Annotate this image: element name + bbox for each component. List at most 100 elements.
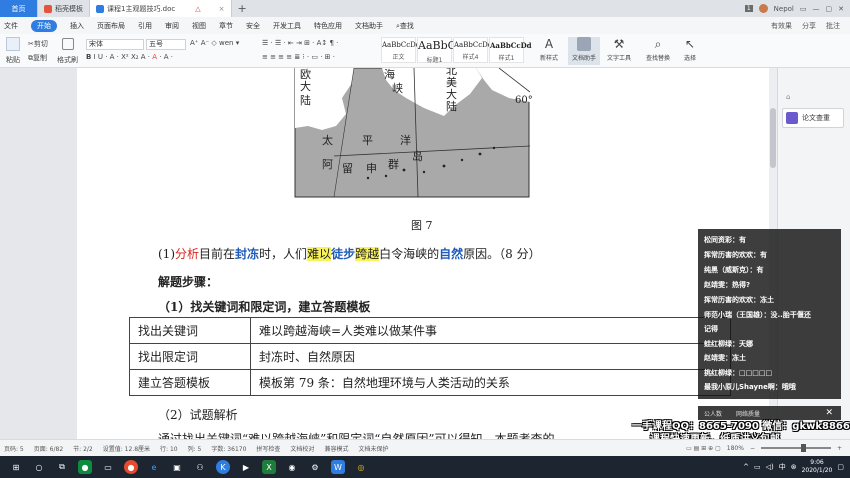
style-4[interactable]: AaBbCcDd 样式4 — [453, 37, 492, 63]
compat-mode: 兼容模式 — [324, 445, 349, 453]
menu-insert[interactable]: 插入 — [70, 21, 84, 31]
ime-icon[interactable]: 中 — [779, 462, 786, 472]
cortana-icon[interactable]: ○ — [32, 460, 46, 474]
antivirus-icon[interactable]: ⊛ — [791, 463, 797, 471]
new-style-button[interactable]: A 新样式 — [535, 37, 563, 62]
comment-button[interactable]: 批注 — [826, 21, 840, 31]
document-page[interactable]: 欧 大 陆 海 峡 北 美 大 陆 太 平 洋 阿 留 申 群 岛 60° 图 … — [77, 68, 771, 439]
explorer-icon[interactable]: ▣ — [170, 460, 184, 474]
close-icon[interactable]: × — [219, 5, 225, 13]
menu-features[interactable]: 特色应用 — [314, 21, 342, 31]
wps-writer-icon[interactable]: W — [331, 460, 345, 474]
doc-proofread-button[interactable]: 文档校对 — [290, 444, 314, 453]
zoom-slider[interactable] — [760, 444, 831, 452]
menu-security[interactable]: 安全 — [246, 21, 260, 31]
volume-icon[interactable]: ◁) — [766, 463, 774, 471]
format-painter-button[interactable]: 格式刷 — [57, 55, 78, 65]
list-icons[interactable]: ☰ · ☰ · ⇤ ⇥ ⊞ · A↕ ¶ · — [262, 39, 338, 47]
clock[interactable]: 9:06 2020/1/20 — [802, 459, 833, 475]
k-app-icon[interactable]: K — [216, 460, 230, 474]
menu-file[interactable]: 文件 — [4, 21, 18, 31]
map-label: 海 — [384, 68, 395, 81]
copy-button[interactable]: ⧉复制 — [28, 53, 47, 63]
select-button[interactable]: ↖ 选择 — [678, 37, 702, 62]
excel-icon[interactable]: X — [262, 460, 276, 474]
menu-right: 有效果 分享 批注 — [771, 21, 850, 31]
maximize-icon[interactable]: ▢ — [826, 5, 833, 13]
menu-view[interactable]: 视图 — [192, 21, 206, 31]
windows-start-icon[interactable]: ⊞ — [9, 460, 23, 474]
doc-assistant-button[interactable]: 文档助手 — [568, 37, 600, 65]
network-app-icon[interactable]: ⚇ — [193, 460, 207, 474]
folder-icon[interactable]: ▭ — [101, 460, 115, 474]
tray-arrow-icon[interactable]: ^ — [743, 463, 749, 471]
wechat-icon[interactable]: ● — [78, 460, 92, 474]
menu-chapter[interactable]: 章节 — [219, 21, 233, 31]
plagiarism-check-button[interactable]: 论文查重 — [782, 108, 844, 128]
avatar[interactable] — [758, 4, 768, 13]
status-word-count[interactable]: 字数: 36170 — [211, 444, 246, 453]
wps-window: 首页 稻壳模板 课程1主观题技巧.doc △ × + 1 Nepol ▭ — ▢… — [0, 0, 850, 478]
view-mode-icons[interactable]: ▭ ▤ ⊞ ⊕ ▢ — [686, 445, 721, 452]
paste-button[interactable]: 粘贴 — [6, 55, 20, 65]
menu-dev-tools[interactable]: 开发工具 — [273, 21, 301, 31]
media-icon[interactable]: ▶ — [239, 460, 253, 474]
zoom-out-icon[interactable]: − — [750, 445, 755, 452]
steam-icon[interactable]: ⚙ — [308, 460, 322, 474]
paste-icon[interactable] — [6, 37, 20, 51]
question-keyword: 徒步 — [331, 247, 356, 261]
menu-reference[interactable]: 引用 — [138, 21, 152, 31]
close-window-icon[interactable]: ✕ — [838, 5, 844, 13]
style-sample: AaBbCcDd — [382, 41, 421, 49]
user-name[interactable]: Nepol — [774, 5, 794, 13]
spell-check-button[interactable]: 拼写检查 — [256, 444, 280, 453]
skin-icon[interactable]: ▭ — [800, 5, 807, 13]
font-family-select[interactable]: 宋体 — [86, 39, 144, 50]
style-1[interactable]: AaBbCcDd 样式1 — [489, 37, 532, 63]
menu-doc-assistant[interactable]: 文档助手 — [355, 21, 383, 31]
chrome-icon[interactable]: ● — [124, 460, 138, 474]
ie-icon[interactable]: e — [147, 460, 161, 474]
map-label: 平 — [362, 134, 373, 147]
notification-badge[interactable]: 1 — [744, 5, 753, 12]
tab-home[interactable]: 首页 — [0, 0, 38, 17]
style-heading1[interactable]: AaBbC 标题1 — [417, 37, 456, 64]
document-area[interactable]: 欧 大 陆 海 峡 北 美 大 陆 太 平 洋 阿 留 申 群 岛 60° 图 … — [0, 68, 777, 439]
find-replace-button[interactable]: ⌕ 查找替换 — [642, 37, 674, 62]
style-normal[interactable]: AaBbCcDd 正文 — [381, 37, 421, 63]
new-tab-button[interactable]: + — [238, 2, 247, 15]
app-icon[interactable]: ◉ — [285, 460, 299, 474]
font-size-select[interactable]: 五号 — [146, 39, 186, 50]
menu-review[interactable]: 审阅 — [165, 21, 179, 31]
zoom-in-icon[interactable]: + — [837, 445, 842, 452]
align-icons[interactable]: ≡ ≡ ≡ ≡ ≣ ⁝ · ▭ · ⊞ · — [262, 53, 335, 61]
task-view-icon[interactable]: ⧉ — [55, 460, 69, 474]
question-highlight: 跨越 — [355, 247, 380, 261]
menu-search[interactable]: ⌕查找 — [396, 21, 414, 31]
doc-protection[interactable]: 文档未保护 — [358, 444, 388, 453]
network-icon[interactable]: ▭ — [754, 463, 761, 471]
notification-icon[interactable]: ▢ — [837, 463, 844, 471]
scrollbar-thumb[interactable] — [770, 108, 776, 168]
menu-start[interactable]: 开始 — [31, 19, 57, 32]
home-icon[interactable]: ⌂ — [786, 93, 790, 101]
format-icons[interactable]: B I U · A · X² X₂ A · A · A · — [86, 53, 173, 61]
app-circle-icon[interactable]: ◎ — [354, 460, 368, 474]
tab-template[interactable]: 稻壳模板 — [38, 0, 90, 17]
zoom-slider-knob[interactable] — [800, 444, 806, 452]
style-sample: AaBbCcDd — [490, 41, 532, 50]
share-button[interactable]: 分享 — [802, 21, 816, 31]
map-label: 大 — [300, 79, 311, 93]
tab-document[interactable]: 课程1主观题技巧.doc △ × — [90, 0, 232, 17]
menu-layout[interactable]: 页面布局 — [97, 21, 125, 31]
effect-button[interactable]: 有效果 — [771, 21, 792, 31]
minimize-icon[interactable]: — — [813, 5, 820, 13]
map-label: 岛 — [412, 149, 423, 163]
select-label: 选择 — [683, 55, 696, 62]
cut-button[interactable]: ✂剪切 — [28, 39, 48, 49]
table-cell: 建立答题模板 — [129, 369, 251, 396]
text-tools-button[interactable]: ⚒ 文字工具 — [603, 37, 635, 62]
font-grow-icon[interactable]: A⁺ A⁻ ◇ wen ▾ — [190, 39, 239, 47]
map-label: 阿 — [322, 158, 333, 171]
zoom-level[interactable]: 180% — [727, 445, 744, 452]
